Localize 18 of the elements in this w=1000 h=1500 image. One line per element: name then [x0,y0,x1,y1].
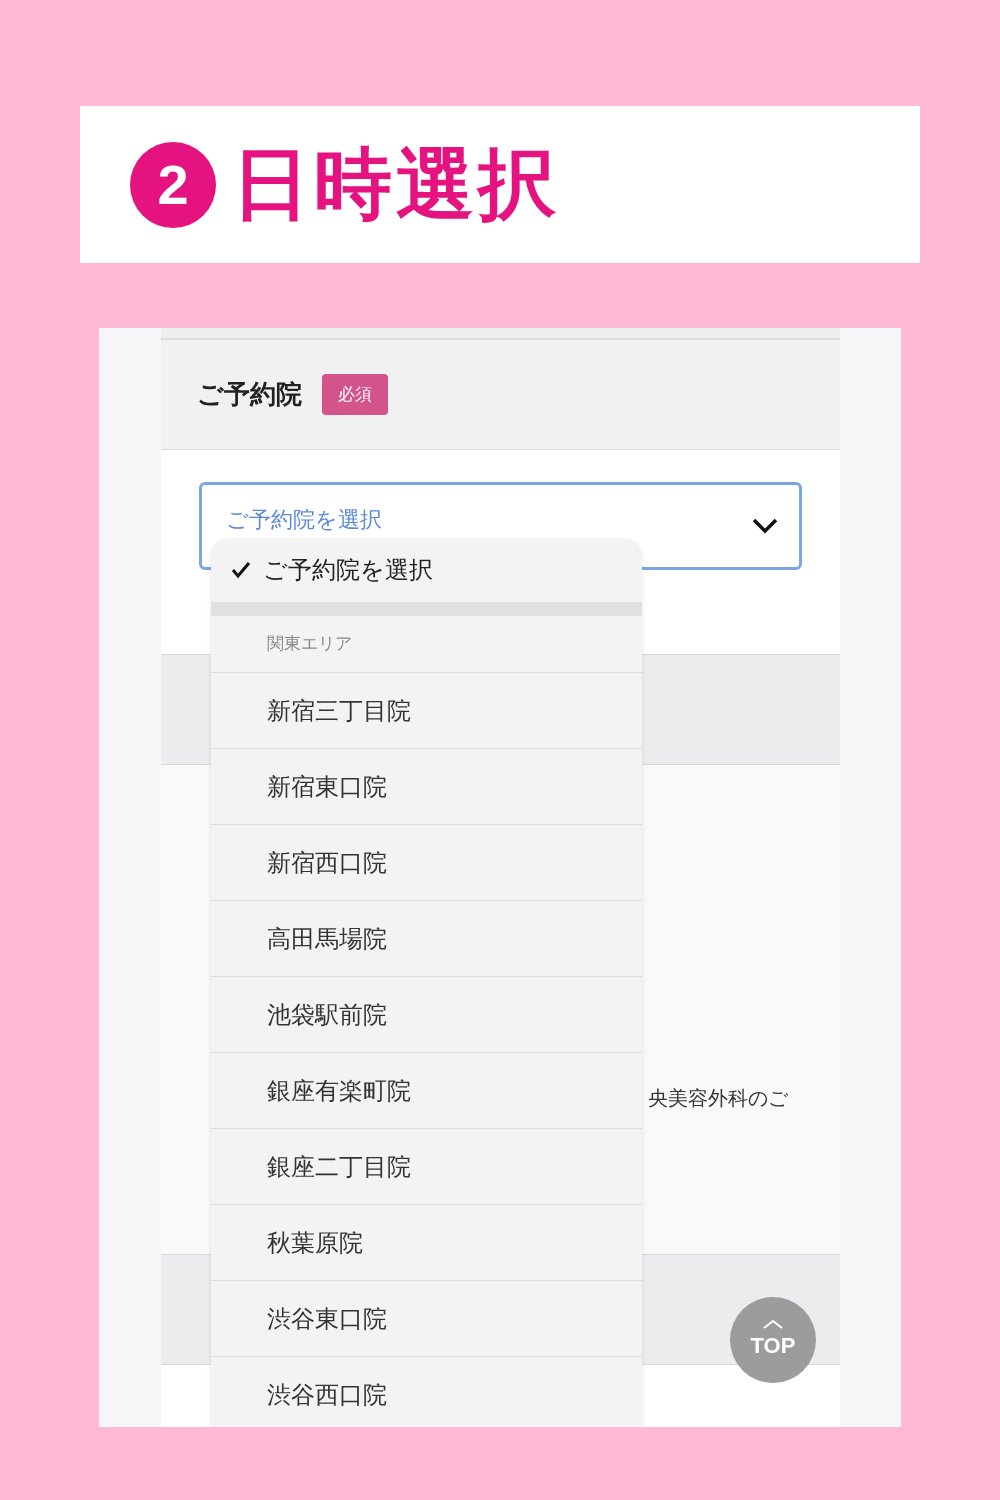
field-label: ご予約院 [196,378,302,411]
required-badge: 必須 [321,373,388,416]
dropdown-option[interactable]: 新宿西口院 [211,825,642,901]
checkmark-icon [231,561,251,579]
dropdown-option[interactable]: 銀座有楽町院 [211,1053,642,1129]
dropdown-option[interactable]: 渋谷西口院 [211,1357,642,1427]
step-title: 日時選択 [232,139,560,230]
step-number: 2 [130,141,216,228]
dropdown-option[interactable]: 新宿東口院 [211,749,642,825]
chevron-down-icon [750,517,779,535]
group-label: 関東エリア [211,616,642,673]
dropdown-option[interactable]: 渋谷東口院 [211,1281,642,1357]
chevron-up-icon [762,1318,784,1329]
dropdown-option[interactable]: 銀座二丁目院 [211,1129,642,1205]
dropdown-option[interactable]: 高田馬場院 [211,901,642,977]
dropdown-option[interactable]: 秋葉原院 [211,1205,642,1281]
body-text: 央美容外科のご [647,1086,788,1111]
dropdown-option[interactable]: 池袋駅前院 [211,977,642,1053]
